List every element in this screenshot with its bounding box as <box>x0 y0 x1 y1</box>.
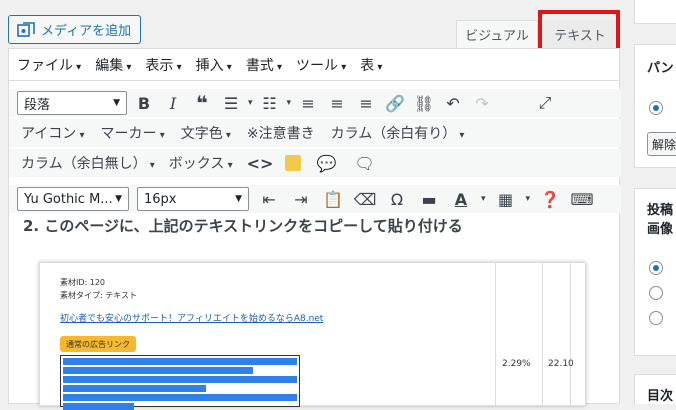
sidebar-top-panel <box>634 0 676 24</box>
radio-option[interactable] <box>649 311 663 325</box>
radio-option[interactable] <box>649 286 663 300</box>
shot-number: 22.10 <box>548 359 574 369</box>
undo-icon[interactable]: ↶ <box>441 94 465 113</box>
menu-format[interactable]: 書式 <box>246 55 282 75</box>
chevron-down-icon: ▼ <box>113 98 120 108</box>
shot-id-line: 素材ID: 120 <box>60 278 106 287</box>
chevron-down-icon: ▼ <box>235 194 242 204</box>
shot-divider <box>570 263 571 407</box>
align-left-icon[interactable]: ≡ <box>296 94 320 113</box>
chat-bubble-icon[interactable]: 🗨 <box>353 154 377 173</box>
align-right-icon[interactable]: ≡ <box>354 94 378 113</box>
bullet-list-caret-icon[interactable]: ▾ <box>248 98 253 108</box>
menu-file[interactable]: ファイル <box>17 55 81 75</box>
italic-icon[interactable]: I <box>161 94 185 113</box>
panel-title: 投稿 <box>647 203 674 218</box>
omega-icon[interactable]: Ω <box>385 190 409 209</box>
shot-text-link: 初心者でも安心のサポート！アフィリエイトを始めるならA8.net <box>60 314 324 324</box>
code-icon[interactable]: <> <box>247 154 274 173</box>
menu-view[interactable]: 表示 <box>145 55 181 75</box>
note-button[interactable]: ※注意書き <box>247 123 315 143</box>
column-padded-menu[interactable]: カラム（余白有り） <box>331 123 465 143</box>
menu-tools[interactable]: ツール <box>296 55 346 75</box>
numbered-list-caret-icon[interactable]: ▾ <box>287 98 292 108</box>
bullet-list-icon[interactable]: ☰ <box>219 94 243 113</box>
text-color-menu[interactable]: 文字色 <box>181 123 231 143</box>
add-media-button[interactable]: メディアを追加 <box>8 15 141 44</box>
clear-format-icon[interactable]: ⌫ <box>353 190 377 209</box>
table-icon[interactable]: ▦ <box>494 190 518 209</box>
shot-percentage: 2.29% <box>502 359 531 369</box>
font-family-value: Yu Gothic M... <box>24 191 113 207</box>
box-menu[interactable]: ボックス <box>169 153 233 173</box>
column-nopad-menu[interactable]: カラム（余白無し） <box>21 153 155 173</box>
block-format-select[interactable]: 段落 ▼ <box>17 91 127 115</box>
speech-bubble-icon[interactable]: 💬 <box>315 154 339 173</box>
shot-divider <box>542 263 543 407</box>
paste-text-icon[interactable]: 📋 <box>321 190 345 209</box>
outdent-icon[interactable]: ⇤ <box>257 190 281 209</box>
unlink-icon[interactable]: ⛓ <box>412 94 436 113</box>
table-caret-icon[interactable]: ▾ <box>526 194 531 204</box>
font-family-select[interactable]: Yu Gothic M... ▼ <box>17 187 129 211</box>
editor-screen: メディアを追加 ビジュアル テキスト ファイル 編集 表示 挿入 書式 ツール … <box>0 0 676 410</box>
unlock-button[interactable]: 解除 <box>647 132 676 156</box>
help-icon[interactable]: ❓ <box>538 190 562 209</box>
sticky-note-icon[interactable] <box>284 155 301 171</box>
radio-option[interactable] <box>649 101 663 115</box>
indent-icon[interactable]: ⇥ <box>289 190 313 209</box>
marker-menu[interactable]: マーカー <box>101 123 165 143</box>
toolbar-row-3: カラム（余白無し） ボックス <> 💬 🗨 <box>9 149 621 177</box>
keyboard-icon[interactable]: ⌨ <box>570 190 594 209</box>
shot-code-box <box>60 355 300 410</box>
shot-divider <box>495 263 496 407</box>
menu-table[interactable]: 表 <box>360 55 382 75</box>
embedded-screenshot[interactable]: 素材ID: 120 素材タイプ: テキスト 初心者でも安心のサポート！アフィリエ… <box>39 262 586 410</box>
sidebar-panel-permalink: パン 解除 <box>634 44 676 168</box>
sidebar-panel-post: 投稿 画像 <box>634 188 676 356</box>
link-icon[interactable]: 🔗 <box>383 94 407 113</box>
text-color-caret-icon[interactable]: ▾ <box>481 194 486 204</box>
chevron-down-icon: ▼ <box>115 194 122 204</box>
menu-insert[interactable]: 挿入 <box>196 55 232 75</box>
redo-icon[interactable]: ↷ <box>470 94 494 113</box>
menu-edit[interactable]: 編集 <box>95 55 131 75</box>
icon-menu[interactable]: アイコン <box>21 123 85 143</box>
toolbar-row-1: 段落 ▼ B I ❝ ☰ ▾ ☷ ▾ ≡ ≡ ≡ 🔗 ⛓ ↶ ↷ ⤢ <box>9 89 621 117</box>
panel-title: 目次 <box>647 389 674 404</box>
panel-title: パン <box>647 61 674 76</box>
classic-editor: ファイル 編集 表示 挿入 書式 ツール 表 段落 ▼ B I ❝ ☰ ▾ ☷ ▾ … <box>8 48 621 410</box>
numbered-list-icon[interactable]: ☷ <box>258 94 282 113</box>
block-format-value: 段落 <box>24 97 51 113</box>
font-size-value: 16px <box>144 191 177 207</box>
blockquote-icon[interactable]: ❝ <box>190 91 214 115</box>
panel-subtitle: 画像 <box>647 222 674 237</box>
toolbar-row-2: アイコン マーカー 文字色 ※注意書き カラム（余白有り） <box>9 119 621 147</box>
add-media-label: メディアを追加 <box>41 24 132 39</box>
bold-icon[interactable]: B <box>132 94 156 113</box>
toolbar-row-4: Yu Gothic M... ▼ 16px ▼ ⇤ ⇥ 📋 ⌫ Ω ▬ A ▾ ▦… <box>9 185 621 213</box>
font-size-select[interactable]: 16px ▼ <box>137 187 249 211</box>
content-heading: 2. このページに、上記のテキストリンクをコピーして貼り付ける <box>23 217 463 235</box>
sidebar-panel-toc: 目次 <box>634 374 676 404</box>
radio-option[interactable] <box>649 261 663 275</box>
shot-badge: 通常の広告リンク <box>60 336 136 352</box>
media-icon <box>17 21 35 38</box>
fullscreen-icon[interactable]: ⤢ <box>533 93 557 113</box>
text-color-icon[interactable]: A <box>449 190 473 209</box>
menu-bar: ファイル 編集 表示 挿入 書式 ツール 表 <box>9 49 619 81</box>
shot-type-line: 素材タイプ: テキスト <box>60 291 137 300</box>
horizontal-rule-icon[interactable]: ▬ <box>417 190 441 209</box>
align-center-icon[interactable]: ≡ <box>325 94 349 113</box>
tab-visual[interactable]: ビジュアル <box>456 20 538 48</box>
